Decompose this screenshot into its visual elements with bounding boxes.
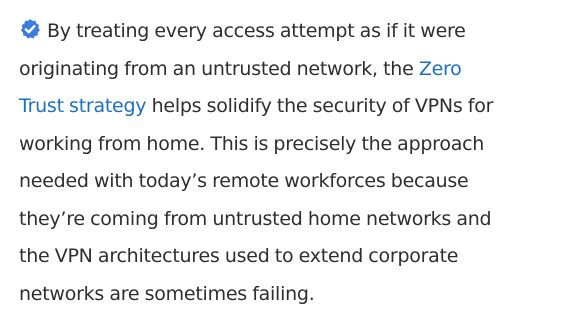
paragraph-line-3: Trust strategy helps solidify the securi… bbox=[19, 88, 559, 126]
zero-trust-strategy-link-part1[interactable]: Zero bbox=[419, 58, 462, 80]
article-paragraph: By treating every access attempt as if i… bbox=[19, 13, 559, 313]
paragraph-line-4: working from home. This is precisely the… bbox=[19, 132, 485, 155]
paragraph-line-2-text: originating from an untrusted network, t… bbox=[19, 57, 419, 80]
zero-trust-strategy-link-part2[interactable]: Trust strategy bbox=[19, 95, 147, 117]
paragraph-line-1: By treating every access attempt as if i… bbox=[19, 13, 559, 51]
verified-check-icon bbox=[19, 18, 41, 40]
paragraph-line-3-text: helps solidify the security of VPNs for bbox=[151, 95, 494, 117]
paragraph-line-1-text: By treating every access attempt as if i… bbox=[47, 20, 466, 42]
paragraph-line-6: they’re coming from untrusted home netwo… bbox=[19, 207, 492, 230]
paragraph-line-8: networks are sometimes failing. bbox=[19, 282, 315, 305]
paragraph-line-7: the VPN architectures used to extend cor… bbox=[19, 245, 459, 267]
paragraph-line-2: originating from an untrusted network, t… bbox=[19, 51, 559, 89]
paragraph-line-5: needed with today’s remote workforces be… bbox=[19, 170, 469, 192]
